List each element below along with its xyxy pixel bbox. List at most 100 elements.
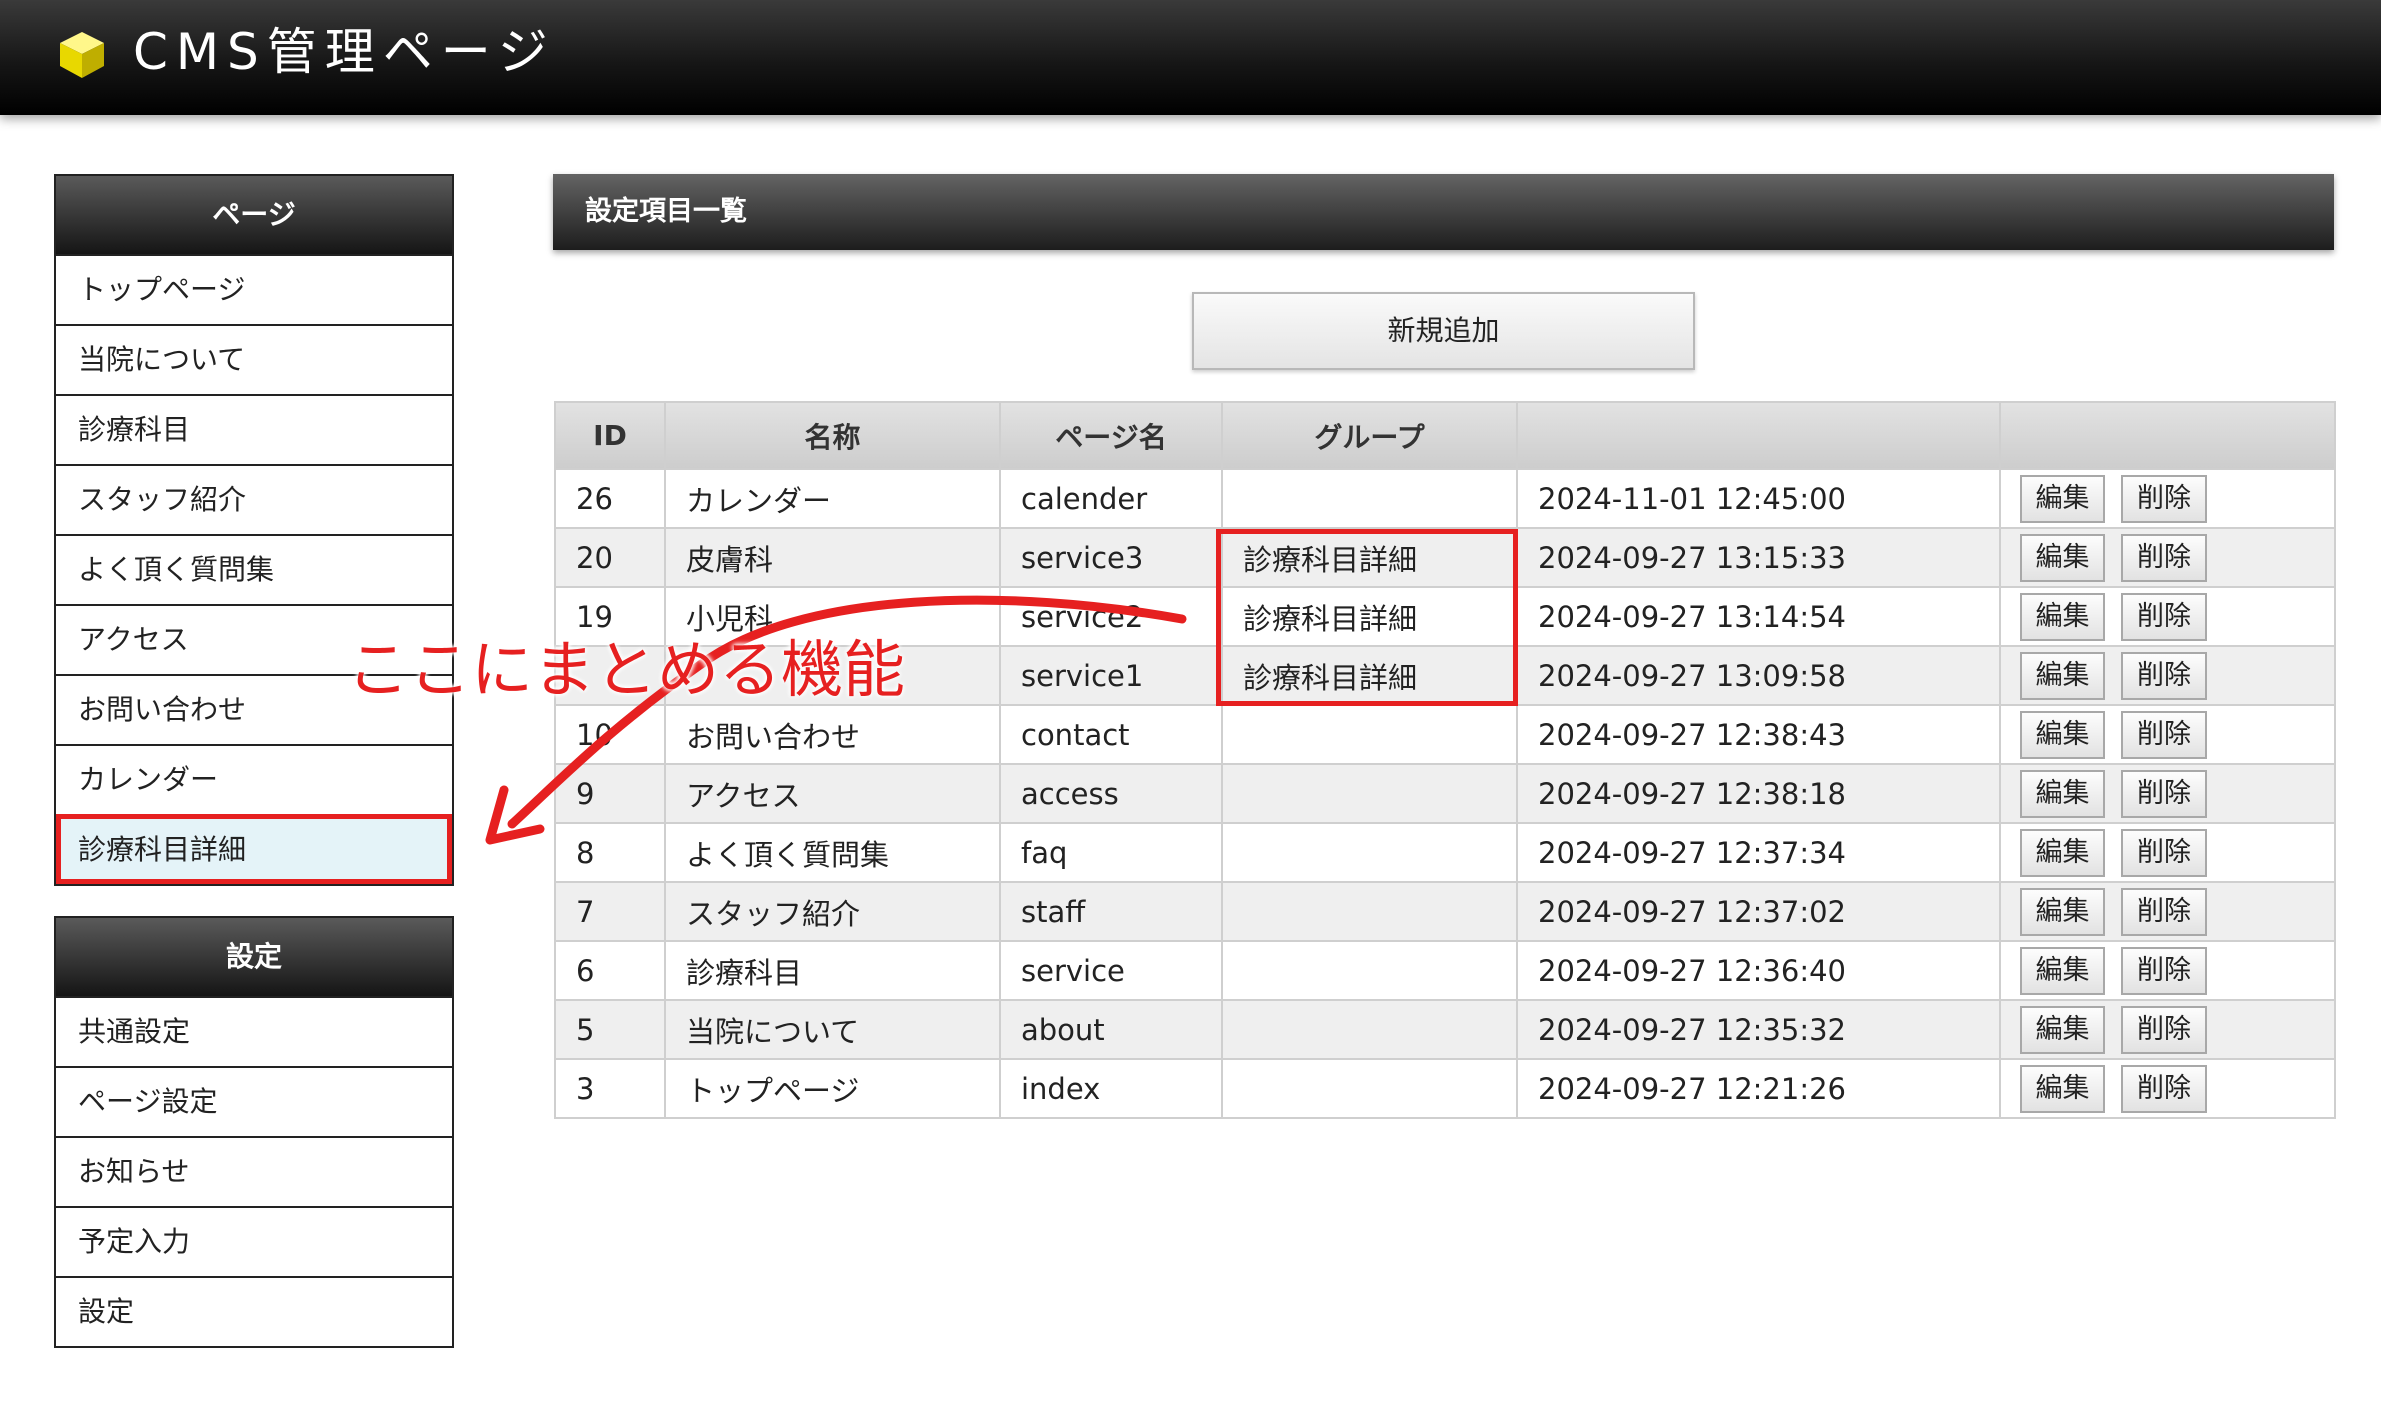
sidebar-item-about[interactable]: 当院について [56,324,452,394]
cell-actions: 編集 削除 [1999,763,2336,824]
column-header-id: ID [554,401,666,470]
cell-page-name: calender [999,468,1223,529]
cell-id: 5 [554,999,666,1060]
app-title: CMS管理ページ [133,23,556,81]
table-row: 26 カレンダー calender 2024-11-01 12:45:00 編集… [554,468,2336,529]
cell-group: 診療科目詳細 [1221,586,1518,647]
cell-actions: 編集 削除 [1999,1058,2336,1119]
column-header-actions [1999,401,2336,470]
yellow-cube-icon [60,32,104,78]
table-row: 8 よく頂く質問集 faq 2024-09-27 12:37:34 編集 削除 [554,822,2336,883]
cell-actions: 編集 削除 [1999,822,2336,883]
cell-actions: 編集 削除 [1999,940,2336,1001]
cell-page-name: staff [999,881,1223,942]
table-row: 6 診療科目 service 2024-09-27 12:36:40 編集 削除 [554,940,2336,1001]
cell-date: 2024-09-27 12:38:43 [1516,704,2001,765]
table-row: 20 皮膚科 service3 診療科目詳細 2024-09-27 13:15:… [554,527,2336,588]
edit-button[interactable]: 編集 [2020,533,2105,582]
cell-page-name: service3 [999,527,1223,588]
sidebar-item-page-settings[interactable]: ページ設定 [56,1066,452,1136]
delete-button[interactable]: 削除 [2121,1064,2207,1113]
cell-page-name: service2 [999,586,1223,647]
edit-button[interactable]: 編集 [2020,1005,2105,1054]
cell-actions: 編集 削除 [1999,645,2336,706]
delete-button[interactable]: 削除 [2121,1005,2207,1054]
cell-page-name: faq [999,822,1223,883]
delete-button[interactable]: 削除 [2121,474,2207,523]
cell-actions: 編集 削除 [1999,881,2336,942]
cell-date: 2024-09-27 12:38:18 [1516,763,2001,824]
cell-name: よく頂く質問集 [664,822,1001,883]
delete-button[interactable]: 削除 [2121,592,2207,641]
cell-group [1221,822,1518,883]
delete-button[interactable]: 削除 [2121,533,2207,582]
top-bar: CMS管理ページ [0,0,2381,115]
delete-button[interactable]: 削除 [2121,828,2207,877]
cell-page-name: contact [999,704,1223,765]
annotation-label: ここにまとめる機能 [347,633,906,706]
sidebar-item-schedule-input[interactable]: 予定入力 [56,1206,452,1276]
cell-group [1221,704,1518,765]
cell-page-name: index [999,1058,1223,1119]
column-header-page-name: ページ名 [999,401,1223,470]
table-row: 5 当院について about 2024-09-27 12:35:32 編集 削除 [554,999,2336,1060]
edit-button[interactable]: 編集 [2020,651,2105,700]
edit-button[interactable]: 編集 [2020,769,2105,818]
page-title: 設定項目一覧 [553,174,2334,250]
column-header-date [1516,401,2001,470]
edit-button[interactable]: 編集 [2020,887,2105,936]
sidebar-pages-section: ページ トップページ 当院について 診療科目 スタッフ紹介 よく頂く質問集 アク… [54,174,454,886]
cell-group [1221,881,1518,942]
sidebar-item-calendar[interactable]: カレンダー [56,744,452,814]
sidebar-item-news[interactable]: お知らせ [56,1136,452,1206]
edit-button[interactable]: 編集 [2020,474,2105,523]
edit-button[interactable]: 編集 [2020,1064,2105,1113]
cell-name: アクセス [664,763,1001,824]
delete-button[interactable]: 削除 [2121,769,2207,818]
cell-actions: 編集 削除 [1999,704,2336,765]
cell-actions: 編集 削除 [1999,527,2336,588]
cell-name: 皮膚科 [664,527,1001,588]
cell-page-name: service1 [999,645,1223,706]
cell-date: 2024-09-27 12:21:26 [1516,1058,2001,1119]
add-new-button[interactable]: 新規追加 [1192,292,1695,370]
edit-button[interactable]: 編集 [2020,592,2105,641]
settings-table: ID 名称 ページ名 グループ 26 カレンダー calender 2024-1… [554,401,2336,1119]
cell-group [1221,468,1518,529]
cell-name: カレンダー [664,468,1001,529]
column-header-group: グループ [1221,401,1518,470]
edit-button[interactable]: 編集 [2020,828,2105,877]
delete-button[interactable]: 削除 [2121,710,2207,759]
cell-group [1221,999,1518,1060]
cell-date: 2024-09-27 12:36:40 [1516,940,2001,1001]
cell-id: 6 [554,940,666,1001]
edit-button[interactable]: 編集 [2020,946,2105,995]
cell-name: トップページ [664,1058,1001,1119]
cell-name: お問い合わせ [664,704,1001,765]
cell-date: 2024-09-27 13:14:54 [1516,586,2001,647]
cell-id: 8 [554,822,666,883]
edit-button[interactable]: 編集 [2020,710,2105,759]
sidebar-item-faq[interactable]: よく頂く質問集 [56,534,452,604]
cell-actions: 編集 削除 [1999,999,2336,1060]
cell-actions: 編集 削除 [1999,468,2336,529]
cell-group [1221,940,1518,1001]
sidebar-pages-title: ページ [56,176,452,254]
delete-button[interactable]: 削除 [2121,887,2207,936]
table-header-row: ID 名称 ページ名 グループ [554,401,2336,470]
sidebar-item-service[interactable]: 診療科目 [56,394,452,464]
delete-button[interactable]: 削除 [2121,651,2207,700]
table-row: 9 アクセス access 2024-09-27 12:38:18 編集 削除 [554,763,2336,824]
sidebar-item-common-settings[interactable]: 共通設定 [56,996,452,1066]
table-row: 10 お問い合わせ contact 2024-09-27 12:38:43 編集… [554,704,2336,765]
sidebar-item-staff[interactable]: スタッフ紹介 [56,464,452,534]
table-row: 3 トップページ index 2024-09-27 12:21:26 編集 削除 [554,1058,2336,1119]
cell-id: 20 [554,527,666,588]
cell-id: 9 [554,763,666,824]
cell-date: 2024-09-27 12:37:34 [1516,822,2001,883]
sidebar-item-top-page[interactable]: トップページ [56,254,452,324]
sidebar-item-service-detail[interactable]: 診療科目詳細 [56,814,452,884]
sidebar-item-settings[interactable]: 設定 [56,1276,452,1346]
cell-group: 診療科目詳細 [1221,645,1518,706]
delete-button[interactable]: 削除 [2121,946,2207,995]
